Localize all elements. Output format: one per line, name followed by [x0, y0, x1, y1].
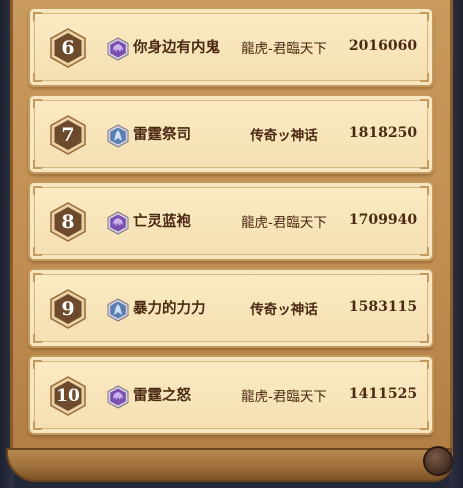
leaderboard-row[interactable]: 7 雷霆祭司 传奇ッ神话 1818250: [28, 94, 434, 174]
row-corner-ornament: [33, 160, 42, 169]
row-corner-ornament: [420, 247, 429, 256]
warlock-icon: [107, 385, 129, 409]
rank-badge: 6: [48, 28, 88, 68]
player-name: 暴力的力力: [133, 301, 206, 317]
guild-name: 传奇ッ神话: [250, 302, 318, 318]
rank-number: 10: [56, 386, 80, 406]
score-value: 1411525: [348, 386, 418, 402]
row-corner-ornament: [33, 73, 42, 82]
leaderboard-row[interactable]: 6 你身边有内鬼 龍虎-君臨天下 2016060: [28, 7, 434, 87]
score-value: 2016060: [348, 38, 418, 54]
row-corner-ornament: [420, 334, 429, 343]
player-name: 亡灵蓝袍: [133, 214, 191, 230]
shaman-icon: [107, 124, 129, 148]
player-name: 雷霆祭司: [133, 127, 191, 143]
row-corner-ornament: [420, 186, 429, 195]
guild-name: 传奇ッ神话: [250, 128, 318, 144]
row-corner-ornament: [420, 12, 429, 21]
scroll-bottom-curl: [6, 448, 452, 482]
row-corner-ornament: [420, 421, 429, 430]
row-corner-ornament: [420, 360, 429, 369]
row-corner-ornament: [420, 99, 429, 108]
leaderboard-row[interactable]: 9 暴力的力力 传奇ッ神话 1583115: [28, 268, 434, 348]
guild-name: 龍虎-君臨天下: [241, 41, 327, 57]
warlock-icon: [107, 37, 129, 61]
warlock-icon: [107, 211, 129, 235]
row-corner-ornament: [33, 186, 42, 195]
row-corner-ornament: [33, 273, 42, 282]
rank-number: 8: [61, 211, 75, 233]
row-corner-ornament: [33, 360, 42, 369]
row-corner-ornament: [33, 12, 42, 21]
rank-number: 6: [61, 37, 75, 59]
rank-badge: 7: [48, 115, 88, 155]
guild-name: 龍虎-君臨天下: [241, 389, 327, 405]
rank-badge: 10: [48, 376, 88, 416]
score-value: 1818250: [348, 125, 418, 141]
scroll-knob-icon: [423, 446, 453, 476]
row-corner-ornament: [33, 99, 42, 108]
rank-number: 7: [61, 124, 75, 146]
shaman-icon: [107, 298, 129, 322]
row-corner-ornament: [420, 73, 429, 82]
player-name: 雷霆之怒: [133, 388, 191, 404]
rank-badge: 9: [48, 289, 88, 329]
guild-name: 龍虎-君臨天下: [241, 215, 327, 231]
row-corner-ornament: [33, 421, 42, 430]
leaderboard-row[interactable]: 8 亡灵蓝袍 龍虎-君臨天下 1709940: [28, 181, 434, 261]
row-corner-ornament: [33, 247, 42, 256]
score-value: 1583115: [348, 299, 418, 315]
row-corner-ornament: [420, 273, 429, 282]
row-corner-ornament: [420, 160, 429, 169]
rank-badge: 8: [48, 202, 88, 242]
leaderboard-row[interactable]: 10 雷霆之怒 龍虎-君臨天下 1411525: [28, 355, 434, 435]
score-value: 1709940: [348, 212, 418, 228]
rank-number: 9: [61, 298, 75, 320]
player-name: 你身边有内鬼: [133, 40, 220, 56]
row-corner-ornament: [33, 334, 42, 343]
